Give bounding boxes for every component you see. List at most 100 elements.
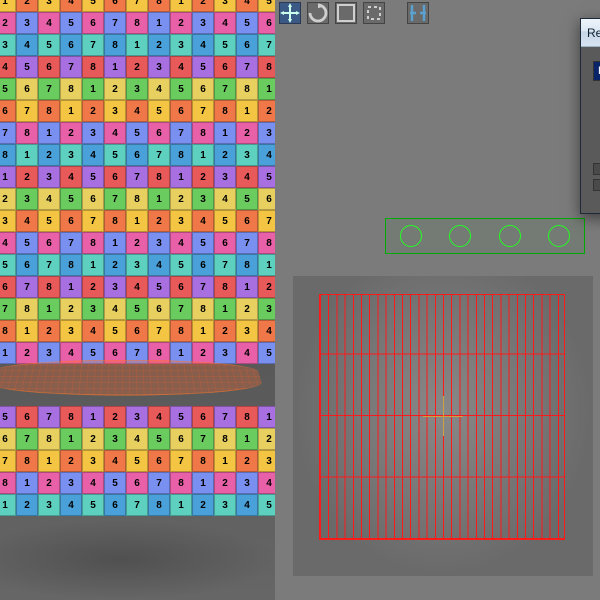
texture-tile: 7	[16, 428, 38, 450]
texture-tile: 5	[170, 406, 192, 428]
texture-tile: 7	[82, 210, 104, 232]
texture-tile: 3	[170, 34, 192, 56]
freeform-tool-button[interactable]	[363, 2, 385, 24]
texture-tile: 1	[0, 0, 16, 12]
texture-tile: 7	[214, 78, 236, 100]
texture-tile: 4	[214, 12, 236, 34]
texture-tile: 3	[38, 166, 60, 188]
texture-tile: 7	[170, 450, 192, 472]
dialog-titlebar[interactable]: Relax Tool	[581, 19, 600, 47]
texture-tile: 7	[104, 188, 126, 210]
texture-tile: 3	[258, 298, 275, 320]
texture-tile: 7	[192, 276, 214, 298]
texture-tile: 6	[148, 298, 170, 320]
texture-tile: 5	[148, 100, 170, 122]
relax-mode-dropdown[interactable]: Relax By Face Angles	[593, 61, 600, 81]
texture-tile: 6	[16, 406, 38, 428]
texture-tile: 4	[236, 342, 258, 364]
texture-tile: 3	[104, 100, 126, 122]
texture-tile: 5	[60, 12, 82, 34]
texture-tile: 7	[38, 406, 60, 428]
texture-tile: 2	[38, 320, 60, 342]
texture-tile: 3	[258, 122, 275, 144]
uv-toolbar	[275, 0, 600, 26]
shell-icon	[449, 225, 471, 247]
texture-tile: 2	[38, 144, 60, 166]
rotate-tool-button[interactable]	[307, 2, 329, 24]
texture-tile: 8	[214, 100, 236, 122]
texture-tile: 4	[16, 34, 38, 56]
texture-tile: 8	[0, 472, 16, 494]
texture-tile: 1	[16, 472, 38, 494]
move-tool-button[interactable]	[279, 2, 301, 24]
texture-tile: 2	[82, 100, 104, 122]
texture-tile: 3	[126, 254, 148, 276]
texture-tile: 4	[126, 428, 148, 450]
texture-tile: 6	[104, 0, 126, 12]
texture-tile: 6	[170, 100, 192, 122]
texture-tile: 2	[170, 188, 192, 210]
texture-tile: 1	[38, 122, 60, 144]
texture-tile: 6	[104, 494, 126, 516]
texture-tile: 2	[148, 34, 170, 56]
texture-tile: 5	[104, 320, 126, 342]
texture-tile: 2	[60, 122, 82, 144]
texture-tile: 8	[60, 254, 82, 276]
texture-tile: 6	[126, 472, 148, 494]
texture-tile: 6	[82, 12, 104, 34]
texture-tile: 5	[16, 232, 38, 254]
texture-tile: 2	[82, 428, 104, 450]
texture-tile: 8	[82, 232, 104, 254]
texture-tile: 3	[0, 210, 16, 232]
texture-tile: 1	[38, 298, 60, 320]
texture-tile: 3	[258, 450, 275, 472]
texture-tile: 5	[148, 276, 170, 298]
texture-tile: 1	[82, 406, 104, 428]
texture-tile: 4	[258, 144, 275, 166]
texture-tile: 4	[214, 188, 236, 210]
texture-tile: 6	[60, 34, 82, 56]
texture-tile: 8	[16, 450, 38, 472]
texture-tile: 8	[38, 428, 60, 450]
texture-tile: 3	[38, 494, 60, 516]
texture-tile: 3	[104, 428, 126, 450]
texture-tile: 4	[192, 210, 214, 232]
texture-tile: 6	[0, 428, 16, 450]
texture-tile: 8	[148, 166, 170, 188]
viewport-3d[interactable]: 1234567812345234567812345634567812345674…	[0, 0, 275, 600]
texture-tile: 6	[236, 210, 258, 232]
texture-tile: 6	[0, 276, 16, 298]
texture-tile: 7	[258, 34, 275, 56]
corners-checkbox[interactable]	[593, 179, 600, 191]
boundary-checkbox[interactable]	[593, 163, 600, 175]
mirror-tool-button[interactable]	[407, 2, 429, 24]
uv-canvas[interactable]	[293, 276, 593, 576]
texture-tile: 4	[60, 494, 82, 516]
texture-tile: 3	[60, 320, 82, 342]
texture-tile: 5	[258, 342, 275, 364]
uv-selection-grid[interactable]	[319, 294, 565, 540]
texture-tile: 2	[104, 254, 126, 276]
texture-tile: 7	[0, 298, 16, 320]
texture-tile: 1	[214, 298, 236, 320]
texture-tile: 6	[214, 232, 236, 254]
texture-tile: 4	[236, 0, 258, 12]
scale-tool-button[interactable]	[335, 2, 357, 24]
texture-tile: 1	[236, 428, 258, 450]
texture-tile: 8	[258, 56, 275, 78]
texture-tile: 7	[192, 428, 214, 450]
texture-tile: 8	[214, 276, 236, 298]
texture-tile: 5	[214, 34, 236, 56]
texture-tile: 8	[258, 232, 275, 254]
texture-tile: 8	[236, 254, 258, 276]
texture-tile: 4	[82, 144, 104, 166]
texture-tile: 2	[16, 0, 38, 12]
texture-tile: 1	[258, 78, 275, 100]
texture-tile: 5	[258, 166, 275, 188]
texture-tile: 3	[38, 0, 60, 12]
texture-tile: 8	[192, 122, 214, 144]
texture-tile: 5	[236, 12, 258, 34]
amount-label: Amount:	[593, 115, 600, 127]
texture-tile: 4	[38, 12, 60, 34]
texture-tile: 1	[0, 494, 16, 516]
